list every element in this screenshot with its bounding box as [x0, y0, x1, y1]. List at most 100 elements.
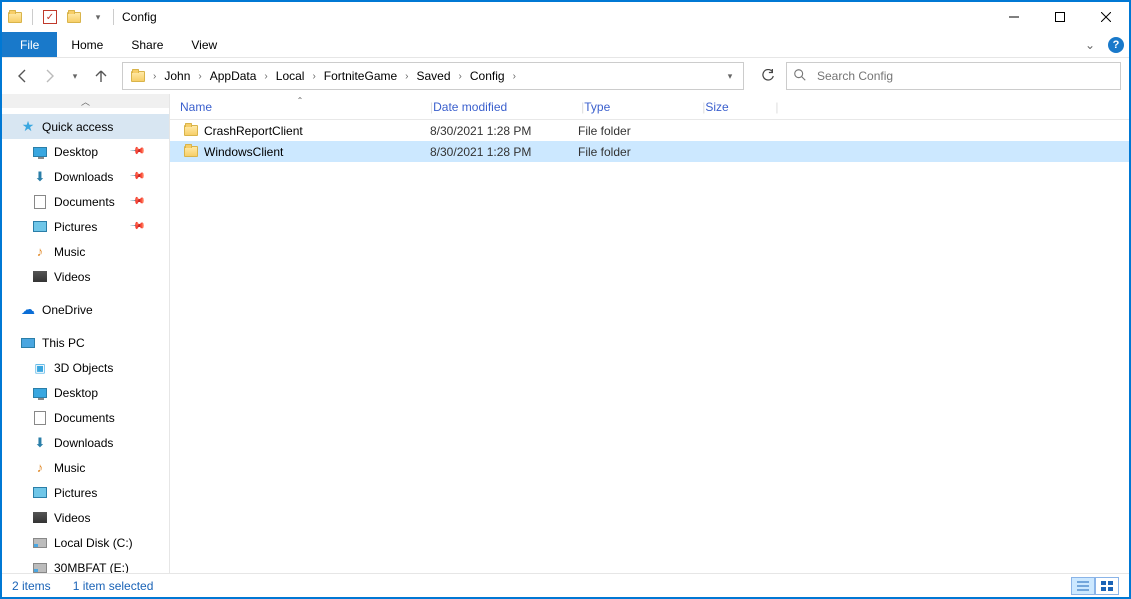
sidebar-item[interactable]: Pictures: [2, 480, 169, 505]
chevron-right-icon[interactable]: ›: [403, 71, 410, 82]
sidebar-item-label: 3D Objects: [54, 361, 113, 375]
pin-icon: 📌: [128, 218, 145, 235]
breadcrumb-segment[interactable]: Saved: [411, 63, 457, 89]
column-headers: ⌃ Name | Date modified| Type| Size|: [170, 94, 1129, 120]
address-bar[interactable]: › John › AppData › Local › FortniteGame …: [122, 62, 744, 90]
breadcrumb-segment[interactable]: AppData: [204, 63, 263, 89]
folder-icon: [184, 125, 198, 136]
up-button[interactable]: [90, 62, 112, 90]
sidebar-item[interactable]: Desktop📌: [2, 139, 169, 164]
ribbon-tabs: File Home Share View ⌄ ?: [2, 32, 1129, 58]
sidebar-item-label: Local Disk (C:): [54, 536, 133, 550]
breadcrumb-segment[interactable]: Config: [464, 63, 511, 89]
cube-icon: ▣: [32, 360, 48, 376]
address-dropdown-icon[interactable]: ▾: [719, 62, 741, 90]
column-header-size[interactable]: Size: [705, 100, 775, 114]
back-button[interactable]: [12, 62, 34, 90]
sidebar-item-label: Pictures: [54, 220, 97, 234]
recent-locations-button[interactable]: ▾: [64, 62, 86, 90]
sidebar-item-label: Downloads: [54, 436, 113, 450]
chevron-right-icon[interactable]: ›: [511, 71, 518, 82]
breadcrumb-segment[interactable]: FortniteGame: [318, 63, 403, 89]
close-button[interactable]: [1083, 2, 1129, 32]
qat-dropdown-icon[interactable]: ▾: [87, 6, 109, 28]
star-icon: ★: [20, 119, 36, 135]
navigation-pane: ︿ ★ Quick access Desktop📌⬇Downloads📌Docu…: [2, 94, 170, 573]
separator: [32, 9, 33, 25]
ribbon-collapse-icon[interactable]: ⌄: [1077, 32, 1103, 57]
separator: [113, 9, 114, 25]
music-icon: ♪: [32, 460, 48, 476]
title-bar: ✓ ▾ Config: [2, 2, 1129, 32]
sidebar-item-label: Quick access: [42, 120, 113, 134]
breadcrumb-root-icon[interactable]: [125, 63, 151, 89]
pin-icon: 📌: [128, 168, 145, 185]
breadcrumb-segment[interactable]: Local: [270, 63, 311, 89]
maximize-button[interactable]: [1037, 2, 1083, 32]
qat-properties-icon[interactable]: ✓: [39, 6, 61, 28]
column-header-name[interactable]: ⌃ Name: [170, 100, 430, 114]
chevron-right-icon[interactable]: ›: [457, 71, 464, 82]
file-row[interactable]: WindowsClient8/30/2021 1:28 PMFile folde…: [170, 141, 1129, 162]
file-type: File folder: [578, 124, 696, 138]
sidebar-item[interactable]: Desktop: [2, 380, 169, 405]
forward-button[interactable]: [38, 62, 60, 90]
pin-icon: 📌: [128, 193, 145, 210]
disk-icon: [32, 560, 48, 574]
sidebar-item[interactable]: Local Disk (C:): [2, 530, 169, 555]
download-icon: ⬇: [32, 169, 48, 185]
pc-icon: [20, 335, 36, 351]
breadcrumb-segment[interactable]: John: [158, 63, 196, 89]
file-date: 8/30/2021 1:28 PM: [430, 124, 578, 138]
file-tab[interactable]: File: [2, 32, 57, 57]
sidebar-item[interactable]: Pictures 📌: [2, 214, 169, 239]
chevron-right-icon[interactable]: ›: [310, 71, 317, 82]
sidebar-item-quick-access[interactable]: ★ Quick access: [2, 114, 169, 139]
sidebar-item-label: Documents: [54, 195, 115, 209]
column-header-date[interactable]: Date modified: [433, 100, 581, 114]
sidebar-item-label: Videos: [54, 270, 90, 284]
view-details-button[interactable]: [1071, 577, 1095, 595]
document-icon: [32, 194, 48, 210]
status-item-count: 2 items: [12, 579, 51, 593]
column-header-type[interactable]: Type: [584, 100, 702, 114]
refresh-button[interactable]: [754, 62, 782, 90]
chevron-right-icon[interactable]: ›: [262, 71, 269, 82]
sidebar-item-label: Music: [54, 245, 85, 259]
qat-folder-icon[interactable]: [4, 6, 26, 28]
tab-home[interactable]: Home: [57, 32, 117, 57]
sidebar-item-onedrive[interactable]: ☁ OneDrive: [2, 297, 169, 322]
sidebar-item[interactable]: ♪Music: [2, 239, 169, 264]
sidebar-item[interactable]: 30MBFAT (E:): [2, 555, 169, 573]
sidebar-item[interactable]: ▣ 3D Objects: [2, 355, 169, 380]
sidebar-item[interactable]: ⬇ Downloads: [2, 430, 169, 455]
monitor-icon: [32, 144, 48, 160]
qat-newfolder-icon[interactable]: [63, 6, 85, 28]
search-input[interactable]: [815, 68, 1114, 84]
minimize-button[interactable]: [991, 2, 1037, 32]
tab-share[interactable]: Share: [117, 32, 177, 57]
document-icon: [32, 410, 48, 426]
file-row[interactable]: CrashReportClient8/30/2021 1:28 PMFile f…: [170, 120, 1129, 141]
sidebar-item[interactable]: Videos: [2, 264, 169, 289]
sidebar-item[interactable]: Documents 📌: [2, 189, 169, 214]
tab-view[interactable]: View: [177, 32, 231, 57]
chevron-right-icon[interactable]: ›: [196, 71, 203, 82]
search-box[interactable]: [786, 62, 1121, 90]
sidebar-item-this-pc[interactable]: This PC: [2, 330, 169, 355]
sidebar-item[interactable]: Videos: [2, 505, 169, 530]
sidebar-scroll-up[interactable]: ︿: [2, 94, 169, 108]
view-thumbnails-button[interactable]: [1095, 577, 1119, 595]
download-icon: ⬇: [32, 435, 48, 451]
help-button[interactable]: ?: [1103, 32, 1129, 57]
sidebar-item-label: OneDrive: [42, 303, 93, 317]
file-date: 8/30/2021 1:28 PM: [430, 145, 578, 159]
cloud-icon: ☁: [20, 302, 36, 318]
file-rows: CrashReportClient8/30/2021 1:28 PMFile f…: [170, 120, 1129, 573]
video-icon: [32, 510, 48, 526]
sidebar-item[interactable]: ♪ Music: [2, 455, 169, 480]
chevron-right-icon[interactable]: ›: [151, 71, 158, 82]
sidebar-item[interactable]: Documents: [2, 405, 169, 430]
sidebar-item[interactable]: ⬇Downloads📌: [2, 164, 169, 189]
sidebar-item-label: Music: [54, 461, 85, 475]
